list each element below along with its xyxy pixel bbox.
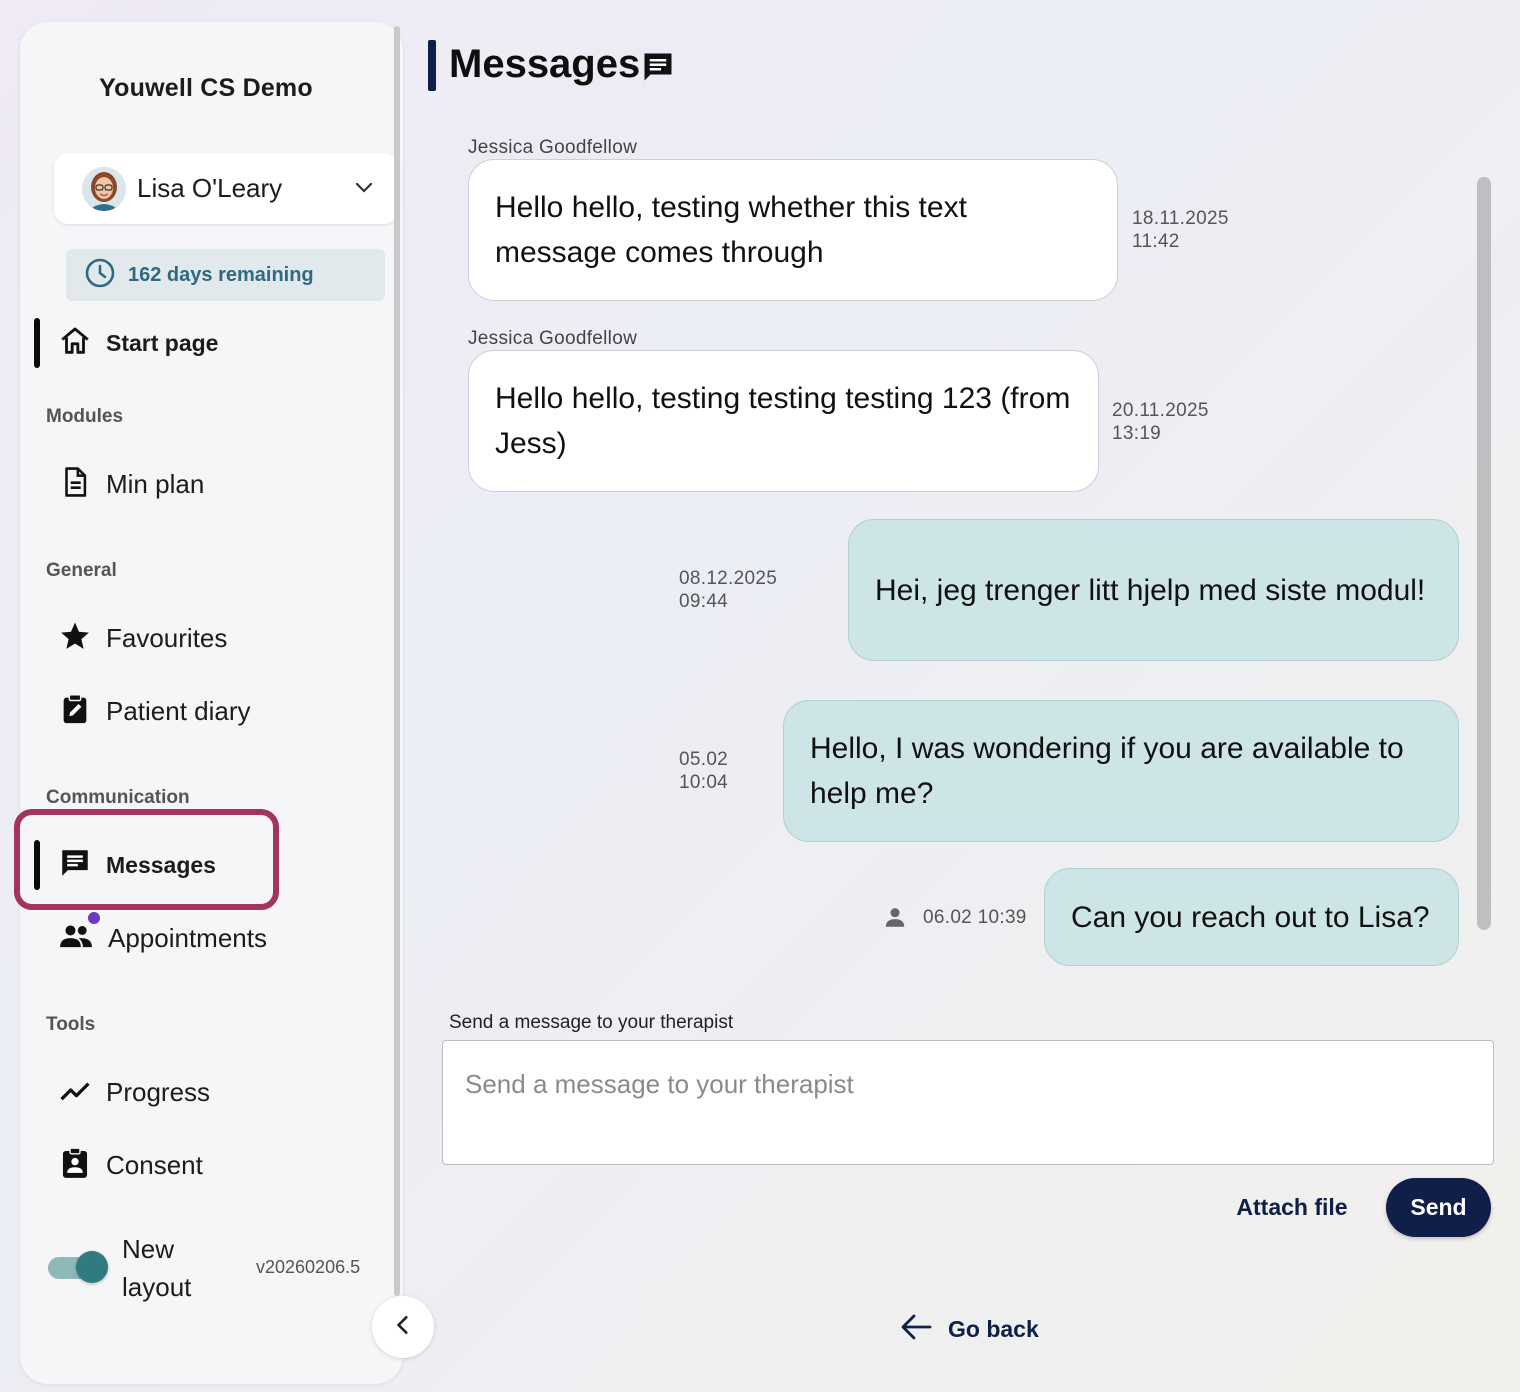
compose-label: Send a message to your therapist [449, 1012, 734, 1033]
nav-label: Progress [106, 1076, 211, 1107]
message-bubble-incoming: Hello hello, testing testing testing 123… [468, 350, 1099, 492]
chat-scrollbar[interactable] [1477, 177, 1491, 930]
document-icon [58, 465, 92, 504]
message-time: 13:19 [1112, 423, 1162, 444]
message-date: 20.11.2025 [1112, 400, 1209, 421]
page-title: Messages [449, 42, 641, 86]
collapse-sidebar-button[interactable] [372, 1296, 434, 1358]
message-input[interactable] [442, 1040, 1494, 1165]
message-timestamp: 20.11.2025 13:19 [1112, 399, 1209, 445]
message-text: Can you reach out to Lisa? [1071, 900, 1430, 934]
message-sender: Jessica Goodfellow [468, 328, 638, 349]
message-text: Hei, jeg trenger litt hjelp med siste mo… [875, 573, 1426, 607]
message-text: Hello hello, testing whether this text m… [495, 191, 967, 269]
message-time: 10:04 [679, 772, 729, 793]
days-remaining-text: 162 days remaining [128, 263, 314, 286]
star-icon [58, 619, 92, 658]
home-icon [58, 324, 92, 363]
sidebar-scrollbar[interactable] [394, 26, 400, 1296]
section-communication: Communication [46, 787, 190, 808]
app-title: Youwell CS Demo [99, 74, 313, 102]
message-timestamp: 18.11.2025 11:42 [1132, 207, 1229, 253]
highlight-annotation [14, 809, 279, 910]
days-remaining-badge: 162 days remaining [66, 249, 385, 301]
nav-favourites[interactable]: Favourites [34, 613, 364, 663]
people-icon [58, 919, 94, 958]
title-accent-bar [428, 40, 436, 91]
chevron-left-icon [392, 1314, 414, 1341]
section-general: General [46, 560, 117, 581]
toggle-knob [76, 1251, 108, 1283]
nav-label: Favourites [106, 622, 228, 653]
message-sender: Jessica Goodfellow [468, 137, 638, 158]
message-timestamp: 08.12.2025 09:44 [679, 567, 777, 613]
chevron-down-icon [354, 177, 374, 202]
clipboard-person-icon [58, 1146, 92, 1185]
nav-label: Consent [106, 1149, 203, 1180]
message-time: 11:42 [1132, 231, 1180, 252]
nav-label: Appointments [108, 922, 267, 953]
nav-progress[interactable]: Progress [34, 1067, 364, 1117]
attach-file-button[interactable]: Attach file [1222, 1183, 1362, 1231]
go-back-label: Go back [948, 1315, 1039, 1342]
chat-icon [640, 49, 676, 90]
diary-edit-icon [58, 692, 92, 731]
message-date: 08.12.2025 [679, 568, 778, 589]
message-text: Hello hello, testing testing testing 123… [495, 382, 1071, 460]
person-icon [882, 904, 908, 935]
message-date: 18.11.2025 [1132, 208, 1229, 229]
message-bubble-incoming: Hello hello, testing whether this text m… [468, 159, 1118, 301]
trending-icon [58, 1073, 92, 1112]
notification-dot [88, 912, 100, 924]
message-timestamp: 06.02 10:39 [923, 907, 1027, 928]
user-name: Lisa O'Leary [137, 173, 283, 203]
message-bubble-outgoing: Can you reach out to Lisa? [1044, 868, 1459, 966]
message-bubble-outgoing: Hello, I was wondering if you are availa… [783, 700, 1459, 842]
nav-label: Patient diary [106, 695, 251, 726]
message-text: Hello, I was wondering if you are availa… [810, 732, 1404, 810]
go-back-link[interactable]: Go back [900, 1308, 1039, 1350]
send-button[interactable]: Send [1386, 1178, 1491, 1237]
message-time: 09:44 [679, 591, 729, 612]
message-timestamp: 05.02 10:04 [679, 748, 728, 794]
new-layout-label: New layout [122, 1234, 192, 1302]
user-selector[interactable]: Lisa O'Leary [54, 153, 398, 224]
nav-appointments[interactable]: Appointments [34, 913, 364, 963]
section-tools: Tools [46, 1014, 96, 1035]
nav-start-page[interactable]: Start page [34, 318, 364, 368]
nav-min-plan[interactable]: Min plan [34, 459, 364, 509]
new-layout-toggle[interactable] [48, 1251, 108, 1283]
nav-patient-diary[interactable]: Patient diary [34, 686, 364, 736]
version-label: v20260206.5 [256, 1257, 361, 1277]
arrow-left-icon [900, 1313, 932, 1346]
nav-label: Start page [106, 329, 219, 356]
message-date: 05.02 [679, 749, 729, 770]
message-bubble-outgoing: Hei, jeg trenger litt hjelp med siste mo… [848, 519, 1459, 661]
nav-label: Min plan [106, 468, 205, 499]
section-modules: Modules [46, 406, 124, 427]
clock-icon [84, 257, 116, 294]
nav-consent[interactable]: Consent [34, 1140, 364, 1190]
user-avatar [82, 166, 126, 211]
